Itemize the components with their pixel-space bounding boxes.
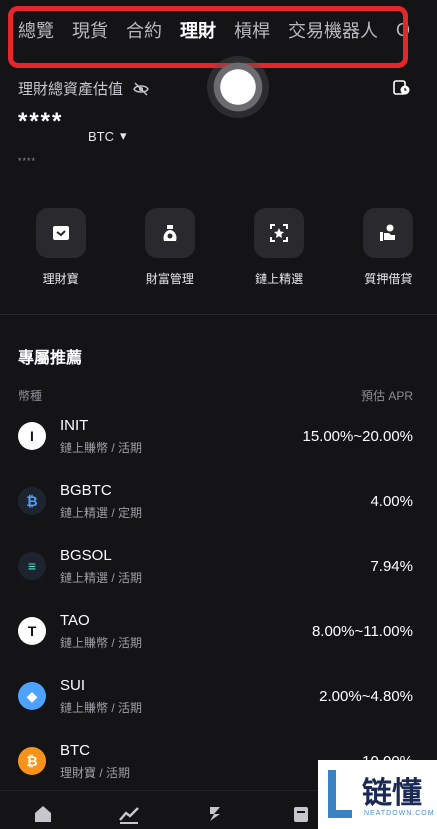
init-coin-icon: I: [18, 422, 46, 450]
list-item[interactable]: T TAO 鏈上賺幣 / 活期 8.00%~11.00%: [0, 610, 437, 675]
coin-product-type: 鏈上賺幣 / 活期: [60, 636, 143, 650]
watermark-logo: 链懂 NEATDOWN.COM: [318, 760, 437, 829]
list-item[interactable]: ₿ BGBTC 鏈上精選 / 定期 4.00%: [0, 480, 437, 545]
sub-balance-value: ****: [18, 156, 37, 166]
quick-action-label: 理財寶: [42, 272, 79, 286]
quick-action-staking-loan[interactable]: 質押借貸: [340, 208, 437, 287]
assets-icon[interactable]: [290, 803, 312, 825]
markets-icon[interactable]: [118, 803, 140, 825]
asset-header: 理財總資產估值: [18, 78, 149, 99]
wallet-icon: [35, 208, 86, 258]
section-divider: [0, 314, 437, 315]
watermark-l-icon: [328, 770, 352, 818]
coin-name: BGSOL: [60, 547, 112, 564]
coin-apr: 7.94%: [370, 558, 413, 575]
tao-coin-icon: T: [18, 617, 46, 645]
coin-name: BTC: [60, 742, 90, 759]
quick-action-wealth-management[interactable]: 財富管理: [121, 208, 218, 287]
bgsol-coin-icon: ≡: [18, 552, 46, 580]
eye-off-icon[interactable]: [133, 81, 149, 97]
currency-selector[interactable]: BTC ▾: [88, 128, 127, 144]
watermark-url: NEATDOWN.COM: [364, 810, 435, 817]
coin-apr: 8.00%~11.00%: [311, 623, 413, 640]
caret-down-icon: ▾: [120, 128, 127, 143]
quick-action-label: 質押借貸: [364, 272, 413, 286]
bgbtc-coin-icon: ₿: [18, 487, 46, 515]
sui-coin-icon: ◆: [18, 682, 46, 710]
balance-value: ****: [18, 108, 64, 135]
coin-apr: 15.00%~20.00%: [302, 428, 413, 445]
asset-total-label: 理財總資產估值: [18, 81, 124, 98]
quick-actions: 理財寶 財富管理 鏈上精選 質押借貸: [0, 208, 437, 287]
recommended-list: I INIT 鏈上賺幣 / 活期 15.00%~20.00% ₿ BGBTC 鏈…: [0, 415, 437, 805]
coin-name: BGBTC: [60, 482, 112, 499]
quick-action-label: 鏈上精選: [255, 272, 304, 286]
money-bag-icon: [144, 208, 195, 258]
coin-product-type: 理財寶 / 活期: [60, 766, 131, 780]
coin-product-type: 鏈上賺幣 / 活期: [60, 441, 143, 455]
star-frame-icon: [254, 208, 305, 258]
quick-action-label: 財富管理: [145, 272, 194, 286]
quick-action-onchain-select[interactable]: 鏈上精選: [231, 208, 328, 287]
coin-name: SUI: [60, 677, 86, 694]
column-header-coin: 幣種: [18, 389, 43, 403]
list-item[interactable]: ◆ SUI 鏈上賺幣 / 活期 2.00%~4.80%: [0, 675, 437, 740]
quick-action-earn-treasure[interactable]: 理財寶: [12, 208, 109, 287]
coin-product-type: 鏈上精選 / 活期: [60, 571, 143, 585]
column-header-apr: 預估 APR: [360, 389, 413, 403]
currency-label: BTC: [88, 128, 114, 144]
watermark-text: 链懂: [362, 776, 422, 811]
coin-product-type: 鏈上賺幣 / 活期: [60, 701, 143, 715]
history-icon[interactable]: [392, 78, 410, 96]
list-item[interactable]: ≡ BGSOL 鏈上精選 / 活期 7.94%: [0, 545, 437, 610]
tab-highlight-annotation: [8, 6, 408, 68]
btc-coin-icon: ₿: [18, 747, 46, 775]
trade-icon[interactable]: [204, 803, 226, 825]
coin-name: INIT: [60, 417, 89, 434]
floating-assistive-button[interactable]: [207, 56, 269, 118]
home-icon[interactable]: [32, 803, 54, 825]
loan-hand-icon: [363, 208, 414, 258]
coin-product-type: 鏈上精選 / 定期: [60, 506, 143, 520]
coin-apr: 2.00%~4.80%: [319, 688, 413, 705]
coin-name: TAO: [60, 612, 90, 629]
section-title: 專屬推薦: [18, 350, 83, 367]
coin-apr: 4.00%: [370, 493, 413, 510]
list-item[interactable]: I INIT 鏈上賺幣 / 活期 15.00%~20.00%: [0, 415, 437, 480]
